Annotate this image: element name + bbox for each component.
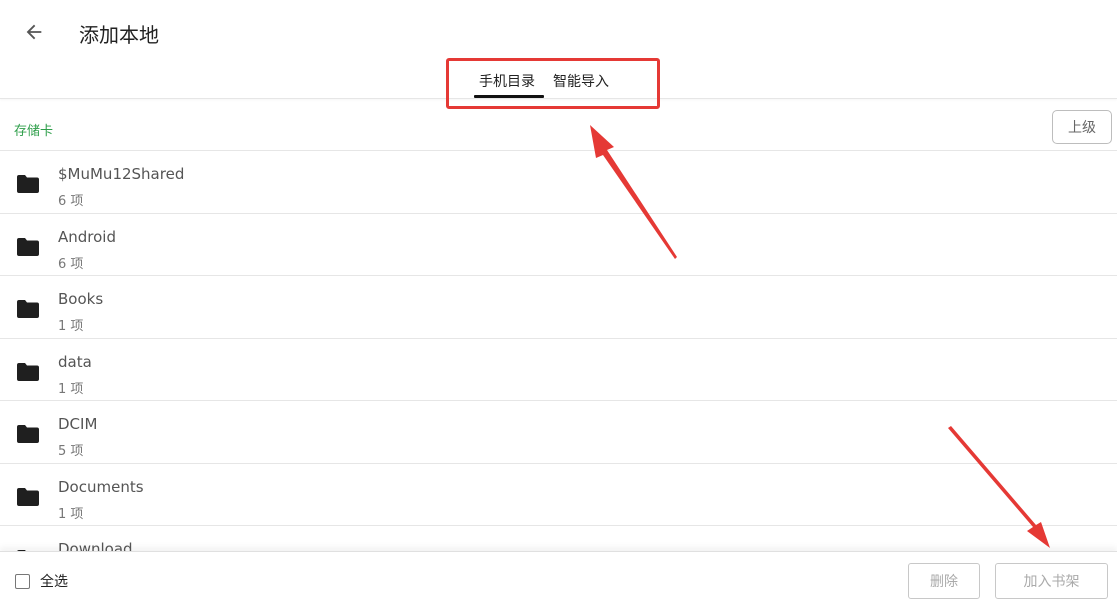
folder-row[interactable]: $MuMu12Shared 6 项 bbox=[0, 151, 1117, 214]
select-all-toggle[interactable]: 全选 bbox=[15, 571, 68, 591]
folder-name: DCIM bbox=[58, 415, 98, 433]
folder-item-count: 1 项 bbox=[58, 381, 84, 397]
tab-bar: 手机目录 智能导入 bbox=[470, 70, 618, 98]
folder-name: Books bbox=[58, 290, 104, 308]
folder-row[interactable]: Documents 1 项 bbox=[0, 464, 1117, 526]
folder-row[interactable]: DCIM 5 项 bbox=[0, 401, 1117, 464]
file-list: $MuMu12Shared 6 项 Android 6 项 Books 1 项 … bbox=[0, 151, 1117, 551]
folder-row[interactable]: data 1 项 bbox=[0, 339, 1117, 401]
folder-item-count: 1 项 bbox=[58, 319, 84, 334]
select-all-label: 全选 bbox=[40, 574, 68, 590]
path-bar: 存储卡 上级 bbox=[0, 99, 1117, 151]
folder-row[interactable]: Download bbox=[0, 526, 1117, 551]
folder-name: Android bbox=[58, 227, 116, 246]
folder-item-count: 6 项 bbox=[58, 256, 84, 272]
parent-directory-button[interactable]: 上级 bbox=[1052, 110, 1112, 144]
folder-name: data bbox=[58, 352, 92, 371]
tab-phone-directory[interactable]: 手机目录 bbox=[470, 70, 544, 98]
folder-icon bbox=[17, 175, 39, 193]
folder-icon bbox=[17, 300, 39, 318]
folder-icon bbox=[17, 237, 39, 256]
folder-item-count: 5 项 bbox=[58, 444, 84, 459]
select-all-checkbox[interactable] bbox=[15, 573, 30, 589]
folder-row[interactable]: Android 6 项 bbox=[0, 214, 1117, 276]
add-to-bookshelf-button[interactable]: 加入书架 bbox=[995, 563, 1108, 599]
top-app-bar: 添加本地 手机目录 智能导入 bbox=[0, 0, 1117, 99]
page-title: 添加本地 bbox=[79, 23, 159, 47]
folder-name: Download bbox=[58, 540, 133, 551]
delete-button[interactable]: 删除 bbox=[908, 563, 980, 599]
current-path[interactable]: 存储卡 bbox=[14, 120, 53, 139]
folder-icon bbox=[17, 425, 39, 443]
folder-item-count: 1 项 bbox=[58, 506, 84, 522]
folder-row[interactable]: Books 1 项 bbox=[0, 276, 1117, 339]
back-button[interactable] bbox=[18, 16, 50, 48]
bottom-action-bar: 全选 删除 加入书架 bbox=[0, 551, 1117, 604]
tab-smart-import[interactable]: 智能导入 bbox=[544, 70, 618, 98]
folder-name: $MuMu12Shared bbox=[58, 165, 185, 183]
arrow-left-icon bbox=[26, 24, 42, 40]
folder-name: Documents bbox=[58, 477, 144, 496]
folder-icon bbox=[17, 487, 39, 506]
folder-icon bbox=[17, 362, 39, 381]
folder-item-count: 6 项 bbox=[58, 194, 84, 209]
